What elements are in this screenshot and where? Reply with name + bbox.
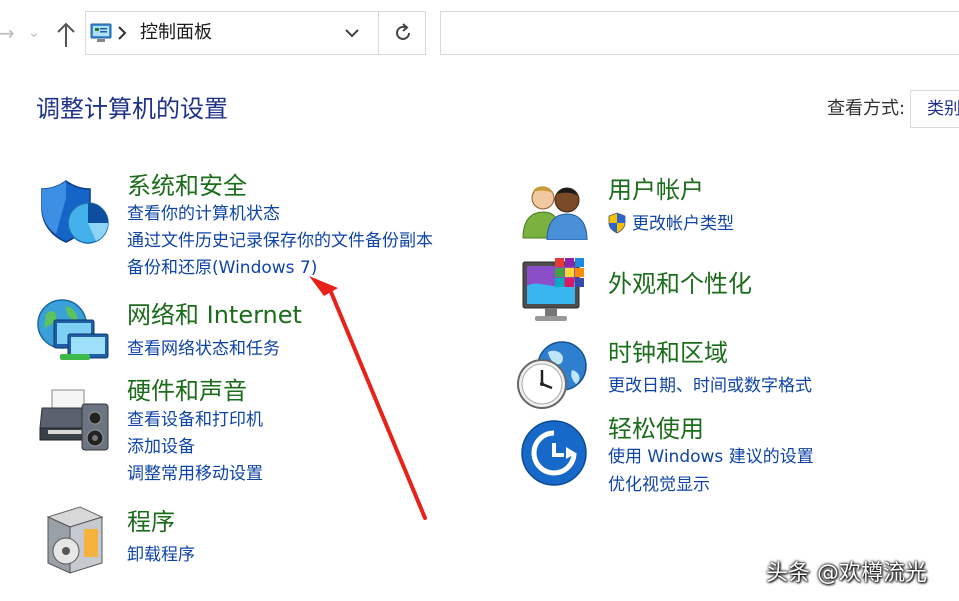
category-appearance-personalization[interactable]: 外观和个性化 <box>608 269 752 299</box>
uac-shield-icon <box>608 212 626 234</box>
link-backup-restore-windows7[interactable]: 备份和还原(Windows 7) <box>127 257 317 279</box>
refresh-icon[interactable] <box>392 22 414 44</box>
network-globe-icon[interactable] <box>36 298 114 364</box>
control-panel-icon <box>90 23 112 42</box>
link-mobility-settings[interactable]: 调整常用移动设置 <box>127 463 263 485</box>
security-shield-icon[interactable] <box>40 178 110 246</box>
chevron-down-icon[interactable]: ⌄ <box>28 18 40 48</box>
forward-arrow-icon[interactable]: → <box>0 18 15 48</box>
link-view-computer-status[interactable]: 查看你的计算机状态 <box>127 203 280 225</box>
address-current-location: 控制面板 <box>140 22 212 43</box>
view-by-dropdown[interactable]: 类别 <box>910 90 959 128</box>
category-network-internet[interactable]: 网络和 Internet <box>127 300 302 330</box>
category-system-security[interactable]: 系统和安全 <box>127 171 247 201</box>
users-icon[interactable] <box>521 182 591 240</box>
programs-box-icon[interactable] <box>46 505 104 575</box>
chevron-down-icon[interactable] <box>344 26 360 40</box>
control-panel-window: → ⌄ 控制面板 调整计算机的设置 查看方式: 类别 系统和安全 查看你的计算机… <box>0 0 959 601</box>
link-optimize-visual-display[interactable]: 优化视觉显示 <box>608 474 710 496</box>
ease-of-access-icon[interactable] <box>520 419 588 487</box>
link-devices-printers[interactable]: 查看设备和打印机 <box>127 409 263 431</box>
category-ease-of-access[interactable]: 轻松使用 <box>608 414 704 444</box>
link-network-status-tasks[interactable]: 查看网络状态和任务 <box>127 338 280 360</box>
link-uninstall-program[interactable]: 卸载程序 <box>127 544 195 566</box>
category-programs[interactable]: 程序 <box>127 507 175 537</box>
link-recommended-settings[interactable]: 使用 Windows 建议的设置 <box>608 446 814 468</box>
link-change-date-time-format[interactable]: 更改日期、时间或数字格式 <box>608 375 812 397</box>
appearance-monitor-icon[interactable] <box>521 256 593 324</box>
category-hardware-sound[interactable]: 硬件和声音 <box>127 376 247 406</box>
color-swatches <box>555 258 584 287</box>
clock-globe-icon[interactable] <box>516 340 590 410</box>
chevron-right-icon[interactable] <box>117 25 127 41</box>
search-input[interactable] <box>440 11 959 55</box>
view-by-label: 查看方式: <box>827 98 906 119</box>
watermark: 头条 @欢樽流光 <box>766 561 927 586</box>
printer-speaker-icon[interactable] <box>38 388 110 452</box>
category-clock-region[interactable]: 时钟和区域 <box>608 338 728 368</box>
link-change-account-type[interactable]: 更改帐户类型 <box>632 213 734 235</box>
up-arrow-icon[interactable] <box>54 20 78 50</box>
address-bar[interactable]: 控制面板 <box>85 11 426 55</box>
page-title: 调整计算机的设置 <box>36 95 228 123</box>
address-divider <box>378 12 379 54</box>
link-file-history-backup[interactable]: 通过文件历史记录保存你的文件备份副本 <box>127 230 433 252</box>
link-add-device[interactable]: 添加设备 <box>127 436 195 458</box>
category-user-accounts[interactable]: 用户帐户 <box>608 175 704 205</box>
